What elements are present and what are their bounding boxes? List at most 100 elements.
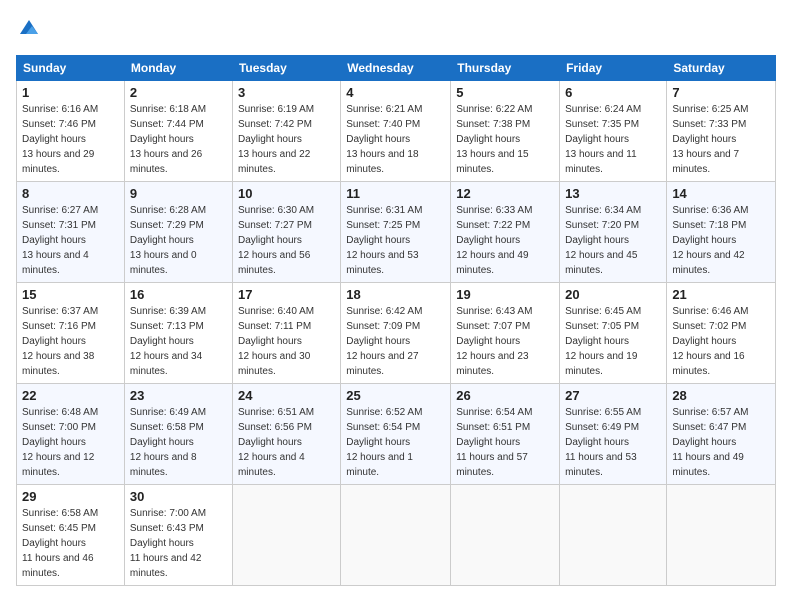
day-info: Sunrise: 6:16 AM Sunset: 7:46 PM Dayligh…	[22, 102, 119, 177]
header	[16, 16, 776, 43]
sunset-value: 7:13 PM	[167, 321, 204, 332]
calendar-cell: 26 Sunrise: 6:54 AM Sunset: 6:51 PM Dayl…	[451, 383, 560, 484]
day-info: Sunrise: 6:48 AM Sunset: 7:00 PM Dayligh…	[22, 405, 119, 480]
sunset-label: Sunset:	[346, 321, 383, 332]
sunrise-label: Sunrise:	[22, 104, 61, 115]
sunset-value: 7:05 PM	[602, 321, 639, 332]
sunrise-label: Sunrise:	[22, 306, 61, 317]
day-number: 22	[22, 388, 119, 403]
calendar-cell	[341, 484, 451, 585]
daylight-label: Daylight hours	[22, 134, 86, 145]
sunset-value: 6:58 PM	[167, 422, 204, 433]
sunrise-value: 6:31 AM	[386, 205, 423, 216]
daylight-label: Daylight hours	[238, 134, 302, 145]
calendar-week-row: 1 Sunrise: 6:16 AM Sunset: 7:46 PM Dayli…	[17, 80, 776, 181]
sunrise-value: 6:49 AM	[169, 407, 206, 418]
sunset-label: Sunset:	[565, 321, 602, 332]
sunset-value: 7:27 PM	[275, 220, 312, 231]
day-number: 30	[130, 489, 227, 504]
sunrise-label: Sunrise:	[565, 205, 604, 216]
day-number: 11	[346, 186, 445, 201]
day-info: Sunrise: 6:54 AM Sunset: 6:51 PM Dayligh…	[456, 405, 554, 480]
daylight-label: Daylight hours	[565, 336, 629, 347]
sunrise-value: 6:43 AM	[496, 306, 533, 317]
day-info: Sunrise: 6:52 AM Sunset: 6:54 PM Dayligh…	[346, 405, 445, 480]
daylight-label: Daylight hours	[456, 134, 520, 145]
calendar-cell: 27 Sunrise: 6:55 AM Sunset: 6:49 PM Dayl…	[560, 383, 667, 484]
calendar-week-row: 29 Sunrise: 6:58 AM Sunset: 6:45 PM Dayl…	[17, 484, 776, 585]
sunset-label: Sunset:	[565, 422, 602, 433]
sunset-label: Sunset:	[130, 321, 167, 332]
sunrise-label: Sunrise:	[238, 205, 277, 216]
daylight-label: Daylight hours	[238, 336, 302, 347]
logo	[16, 16, 40, 43]
daylight-label: Daylight hours	[672, 437, 736, 448]
calendar-cell: 6 Sunrise: 6:24 AM Sunset: 7:35 PM Dayli…	[560, 80, 667, 181]
sunrise-label: Sunrise:	[565, 407, 604, 418]
day-number: 4	[346, 85, 445, 100]
sunset-value: 6:49 PM	[602, 422, 639, 433]
sunrise-value: 6:34 AM	[605, 205, 642, 216]
day-info: Sunrise: 6:27 AM Sunset: 7:31 PM Dayligh…	[22, 203, 119, 278]
calendar-cell: 18 Sunrise: 6:42 AM Sunset: 7:09 PM Dayl…	[341, 282, 451, 383]
sunrise-value: 6:52 AM	[386, 407, 423, 418]
calendar-cell	[451, 484, 560, 585]
day-info: Sunrise: 6:43 AM Sunset: 7:07 PM Dayligh…	[456, 304, 554, 379]
sunrise-label: Sunrise:	[130, 306, 169, 317]
sunset-label: Sunset:	[130, 220, 167, 231]
day-info: Sunrise: 6:37 AM Sunset: 7:16 PM Dayligh…	[22, 304, 119, 379]
sunset-value: 7:02 PM	[709, 321, 746, 332]
sunset-value: 7:35 PM	[602, 119, 639, 130]
day-number: 1	[22, 85, 119, 100]
day-info: Sunrise: 6:22 AM Sunset: 7:38 PM Dayligh…	[456, 102, 554, 177]
day-number: 29	[22, 489, 119, 504]
day-number: 24	[238, 388, 335, 403]
calendar-cell: 29 Sunrise: 6:58 AM Sunset: 6:45 PM Dayl…	[17, 484, 125, 585]
day-number: 2	[130, 85, 227, 100]
sunset-value: 7:11 PM	[275, 321, 312, 332]
sunrise-label: Sunrise:	[565, 306, 604, 317]
sunset-label: Sunset:	[672, 321, 709, 332]
sunrise-label: Sunrise:	[456, 306, 495, 317]
sunset-label: Sunset:	[22, 119, 59, 130]
daylight-value: 13 hours and 4 minutes.	[22, 250, 89, 276]
daylight-value: 12 hours and 45 minutes.	[565, 250, 637, 276]
calendar-week-row: 22 Sunrise: 6:48 AM Sunset: 7:00 PM Dayl…	[17, 383, 776, 484]
sunset-value: 7:46 PM	[59, 119, 96, 130]
sunset-label: Sunset:	[672, 119, 709, 130]
sunrise-value: 6:24 AM	[605, 104, 642, 115]
sunrise-value: 6:54 AM	[496, 407, 533, 418]
daylight-value: 12 hours and 4 minutes.	[238, 452, 305, 478]
calendar-table: SundayMondayTuesdayWednesdayThursdayFrid…	[16, 55, 776, 586]
sunset-label: Sunset:	[238, 119, 275, 130]
day-info: Sunrise: 6:25 AM Sunset: 7:33 PM Dayligh…	[672, 102, 770, 177]
calendar-cell: 16 Sunrise: 6:39 AM Sunset: 7:13 PM Dayl…	[124, 282, 232, 383]
daylight-value: 12 hours and 16 minutes.	[672, 351, 744, 377]
day-number: 13	[565, 186, 661, 201]
daylight-label: Daylight hours	[346, 134, 410, 145]
calendar-cell: 13 Sunrise: 6:34 AM Sunset: 7:20 PM Dayl…	[560, 181, 667, 282]
calendar-cell: 22 Sunrise: 6:48 AM Sunset: 7:00 PM Dayl…	[17, 383, 125, 484]
day-info: Sunrise: 6:49 AM Sunset: 6:58 PM Dayligh…	[130, 405, 227, 480]
sunset-value: 6:54 PM	[383, 422, 420, 433]
day-info: Sunrise: 6:39 AM Sunset: 7:13 PM Dayligh…	[130, 304, 227, 379]
daylight-value: 11 hours and 46 minutes.	[22, 553, 94, 579]
calendar-cell: 1 Sunrise: 6:16 AM Sunset: 7:46 PM Dayli…	[17, 80, 125, 181]
daylight-value: 12 hours and 49 minutes.	[456, 250, 528, 276]
day-info: Sunrise: 6:40 AM Sunset: 7:11 PM Dayligh…	[238, 304, 335, 379]
calendar-cell: 21 Sunrise: 6:46 AM Sunset: 7:02 PM Dayl…	[667, 282, 776, 383]
day-info: Sunrise: 6:31 AM Sunset: 7:25 PM Dayligh…	[346, 203, 445, 278]
daylight-label: Daylight hours	[456, 336, 520, 347]
sunrise-label: Sunrise:	[22, 508, 61, 519]
sunrise-value: 6:21 AM	[386, 104, 423, 115]
calendar-cell: 7 Sunrise: 6:25 AM Sunset: 7:33 PM Dayli…	[667, 80, 776, 181]
sunset-label: Sunset:	[456, 220, 493, 231]
sunrise-value: 6:39 AM	[169, 306, 206, 317]
day-info: Sunrise: 7:00 AM Sunset: 6:43 PM Dayligh…	[130, 506, 227, 581]
day-number: 26	[456, 388, 554, 403]
day-number: 18	[346, 287, 445, 302]
sunrise-label: Sunrise:	[22, 407, 61, 418]
daylight-label: Daylight hours	[130, 134, 194, 145]
sunrise-label: Sunrise:	[456, 205, 495, 216]
sunrise-value: 6:18 AM	[169, 104, 206, 115]
